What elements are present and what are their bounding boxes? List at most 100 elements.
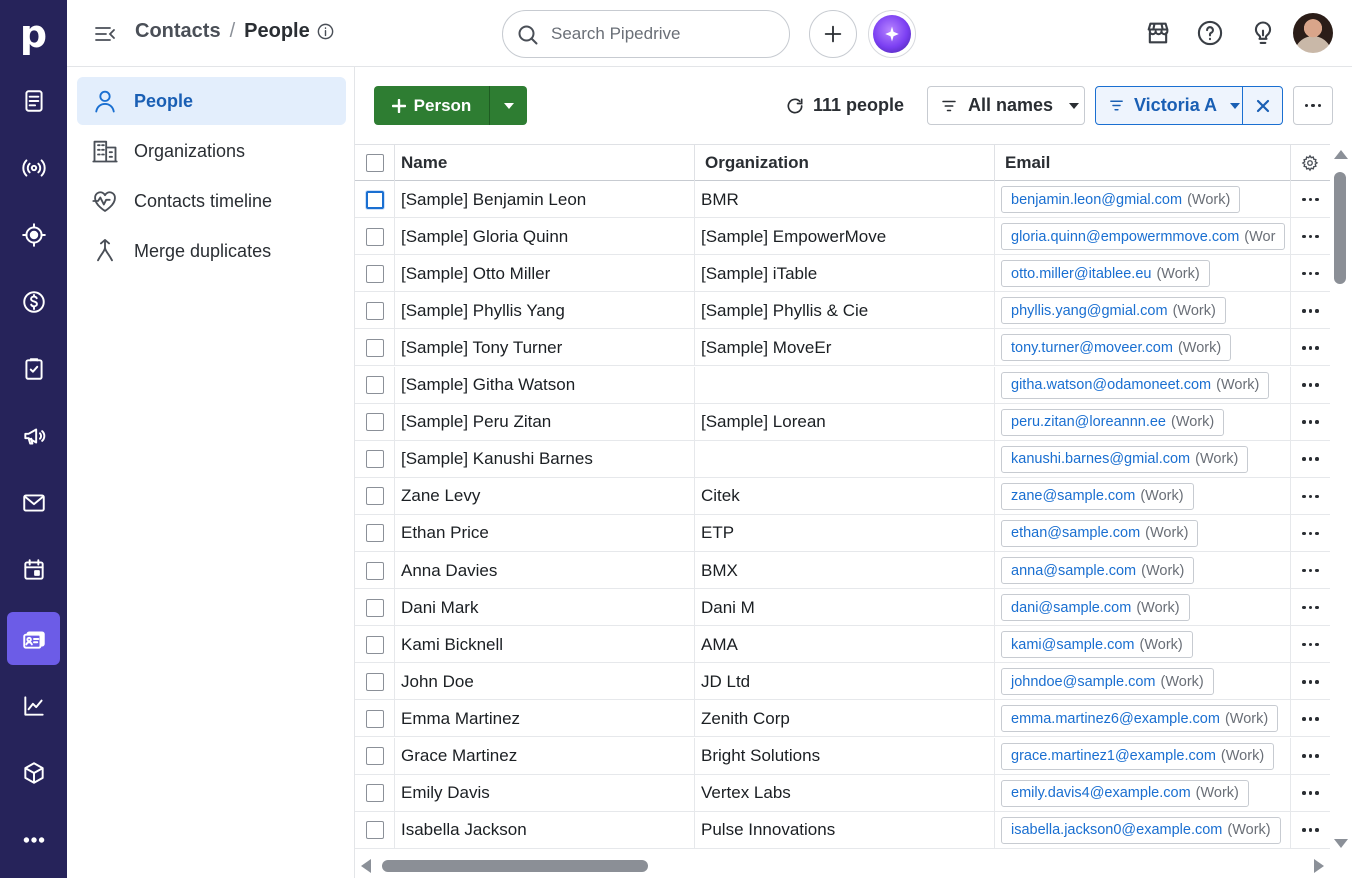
column-header-organization[interactable]: Organization — [695, 145, 995, 181]
email-address[interactable]: otto.miller@itablee.eu — [1011, 266, 1151, 282]
subnav-item-organizations[interactable]: Organizations — [77, 127, 346, 175]
add-person-button[interactable]: Person — [374, 86, 489, 125]
row-actions-button[interactable] — [1291, 255, 1330, 292]
row-actions-button[interactable] — [1291, 700, 1330, 737]
row-actions-button[interactable] — [1291, 626, 1330, 663]
email-chip[interactable]: anna@sample.com (Work) — [1001, 557, 1195, 584]
scroll-up-arrow[interactable] — [1334, 150, 1348, 159]
organization-name[interactable]: Dani M — [695, 589, 995, 627]
person-name[interactable]: Zane Levy — [395, 477, 695, 515]
row-checkbox[interactable] — [365, 598, 384, 617]
ai-assistant-button[interactable] — [868, 10, 916, 58]
person-name[interactable]: [Sample] Peru Zitan — [395, 403, 695, 441]
row-checkbox[interactable] — [365, 561, 384, 580]
email-chip[interactable]: kami@sample.com (Work) — [1001, 631, 1193, 659]
organization-name[interactable]: ETP — [695, 514, 995, 552]
horizontal-scrollbar[interactable] — [355, 852, 1330, 878]
row-checkbox[interactable] — [365, 376, 384, 394]
horizontal-scroll-thumb[interactable] — [382, 860, 648, 872]
scroll-right-arrow[interactable] — [1314, 859, 1324, 873]
table-row[interactable]: [Sample] Gloria Quinn [Sample] EmpowerMov… — [355, 218, 1330, 256]
person-name[interactable]: [Sample] Gloria Quinn — [395, 218, 695, 256]
row-checkbox[interactable] — [365, 487, 384, 506]
email-chip[interactable]: otto.miller@itablee.eu (Work) — [1001, 260, 1210, 288]
organization-name[interactable]: BMR — [695, 181, 995, 218]
row-checkbox[interactable] — [365, 524, 384, 543]
table-row[interactable]: [Sample] Tony Turner [Sample] MoveEr tony.… — [355, 329, 1330, 367]
person-name[interactable]: Emily Davis — [395, 774, 695, 812]
person-name[interactable]: Kami Bicknell — [395, 626, 695, 664]
organization-name[interactable]: [Sample] iTable — [695, 255, 995, 293]
organization-name[interactable]: JD Ltd — [695, 663, 995, 701]
row-checkbox[interactable] — [365, 301, 384, 320]
rail-activities[interactable] — [7, 342, 60, 395]
column-header-email[interactable]: Email — [995, 145, 1291, 181]
person-name[interactable]: Ethan Price — [395, 514, 695, 552]
table-row[interactable]: [Sample] Peru Zitan [Sample] Lorean peru.z… — [355, 403, 1330, 441]
email-address[interactable]: emily.davis4@example.com — [1011, 785, 1191, 801]
email-address[interactable]: zane@sample.com — [1011, 488, 1135, 504]
subnav-item-contacts-timeline[interactable]: Contacts timeline — [77, 177, 346, 225]
organization-name[interactable]: Citek — [695, 477, 995, 515]
help-button[interactable] — [1196, 19, 1224, 47]
rail-deals[interactable] — [7, 275, 60, 328]
person-name[interactable]: [Sample] Benjamin Leon — [395, 181, 695, 218]
email-chip[interactable]: phyllis.yang@gmial.com (Work) — [1001, 297, 1226, 325]
row-checkbox[interactable] — [365, 264, 384, 283]
email-chip[interactable]: peru.zitan@loreannn.ee (Work) — [1001, 408, 1225, 436]
rail-projects[interactable] — [7, 208, 60, 261]
email-chip[interactable]: isabella.jackson0@example.com (Work) — [1001, 816, 1281, 844]
row-actions-button[interactable] — [1291, 292, 1330, 329]
rail-calendar[interactable] — [7, 543, 60, 596]
person-name[interactable]: [Sample] Githa Watson — [395, 366, 695, 404]
row-actions-button[interactable] — [1291, 738, 1330, 775]
pipedrive-logo[interactable]: p — [0, 0, 67, 67]
user-avatar[interactable] — [1293, 13, 1333, 53]
email-address[interactable]: gloria.quinn@empowermmove.com — [1011, 229, 1239, 245]
scroll-down-arrow[interactable] — [1334, 839, 1348, 848]
collapse-sidebar-button[interactable] — [93, 22, 117, 46]
row-actions-button[interactable] — [1291, 478, 1330, 515]
marketplace-button[interactable] — [1144, 19, 1172, 47]
rail-mail[interactable] — [7, 476, 60, 529]
row-checkbox[interactable] — [365, 450, 384, 469]
email-chip[interactable]: johndoe@sample.com (Work) — [1001, 668, 1214, 696]
search-input[interactable] — [551, 21, 771, 47]
organization-name[interactable]: Pulse Innovations — [695, 811, 995, 849]
row-actions-button[interactable] — [1291, 404, 1330, 441]
table-row[interactable]: Emily Davis Vertex Labs emily.davis4@examp… — [355, 774, 1330, 812]
email-chip[interactable]: zane@sample.com (Work) — [1001, 482, 1194, 510]
row-actions-button[interactable] — [1291, 775, 1330, 812]
table-row[interactable]: John Doe JD Ltd johndoe@sample.com (Work) — [355, 663, 1330, 701]
person-name[interactable]: [Sample] Otto Miller — [395, 255, 695, 293]
table-row[interactable]: Zane Levy Citek zane@sample.com (Work) — [355, 477, 1330, 515]
email-address[interactable]: ethan@sample.com — [1011, 525, 1140, 541]
table-row[interactable]: [Sample] Kanushi Barnes kanushi.barnes@gm… — [355, 440, 1330, 478]
row-actions-button[interactable] — [1291, 329, 1330, 366]
email-address[interactable]: kami@sample.com — [1011, 637, 1135, 653]
email-chip[interactable]: gloria.quinn@empowermmove.com (Wor — [1001, 223, 1286, 251]
email-chip[interactable]: emma.martinez6@example.com (Work) — [1001, 705, 1279, 733]
table-row[interactable]: Ethan Price ETP ethan@sample.com (Work) — [355, 514, 1330, 552]
table-row[interactable]: [Sample] Githa Watson githa.watson@odamon… — [355, 366, 1330, 404]
email-chip[interactable]: grace.martinez1@example.com (Work) — [1001, 742, 1275, 770]
row-actions-button[interactable] — [1291, 552, 1330, 589]
email-address[interactable]: phyllis.yang@gmial.com — [1011, 303, 1168, 319]
organization-name[interactable]: Bright Solutions — [695, 737, 995, 775]
vertical-scroll-thumb[interactable] — [1334, 172, 1346, 284]
email-address[interactable]: emma.martinez6@example.com — [1011, 711, 1220, 727]
owner-filter-dropdown[interactable]: Victoria A — [1096, 87, 1242, 124]
email-chip[interactable]: kanushi.barnes@gmial.com (Work) — [1001, 445, 1249, 473]
subnav-item-merge-duplicates[interactable]: Merge duplicates — [77, 227, 346, 275]
person-name[interactable]: Grace Martinez — [395, 737, 695, 775]
refresh-icon[interactable] — [785, 96, 805, 116]
rail-products[interactable] — [7, 746, 60, 799]
email-address[interactable]: dani@sample.com — [1011, 600, 1131, 616]
organization-name[interactable]: [Sample] Lorean — [695, 403, 995, 441]
quick-add-button[interactable] — [809, 10, 857, 58]
person-name[interactable]: John Doe — [395, 663, 695, 701]
row-checkbox[interactable] — [365, 784, 384, 803]
row-checkbox[interactable] — [365, 227, 384, 246]
row-checkbox[interactable] — [365, 672, 384, 691]
row-actions-button[interactable] — [1291, 589, 1330, 626]
